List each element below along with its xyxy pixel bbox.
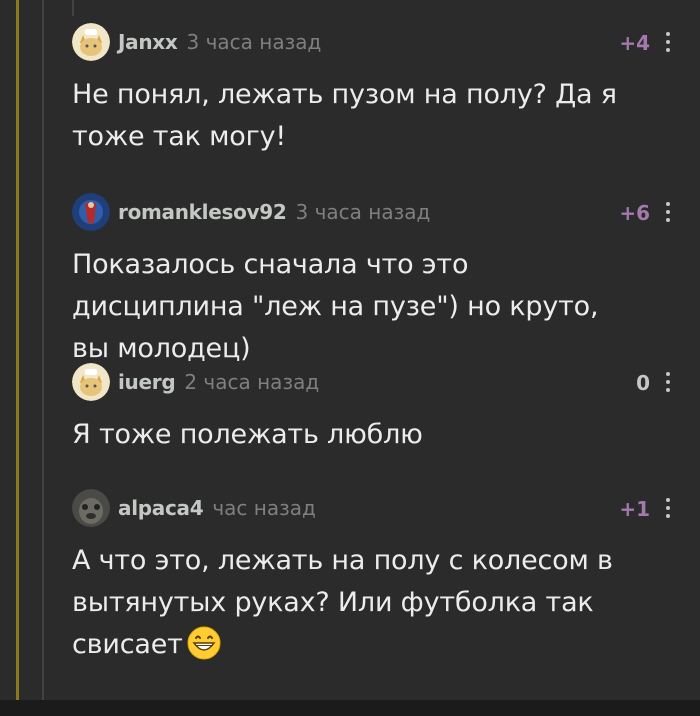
comment-header: romanklesov92 3 часа назад +6	[72, 192, 672, 232]
comment-header: alpaca4 час назад +1	[72, 488, 672, 528]
grinning-face-emoji	[187, 626, 221, 659]
comment-rating: +4	[619, 31, 650, 55]
author-name[interactable]: alpaca4	[118, 496, 204, 520]
author-name[interactable]: iuerg	[118, 370, 176, 394]
comment-time: 3 часа назад	[295, 200, 431, 224]
more-options-icon[interactable]	[666, 202, 670, 222]
avatar[interactable]	[72, 193, 110, 231]
comment-rating: +1	[619, 497, 650, 521]
comment-header: Janxx 3 часа назад +4	[72, 22, 672, 62]
comment-rating: 0	[636, 371, 650, 395]
avatar[interactable]	[72, 363, 110, 401]
comment-text-content: А что это, лежать на полу с колесом в вы…	[72, 545, 613, 660]
comment-time: час назад	[212, 496, 316, 520]
comment-text: Показалось сначала что это дисциплина "л…	[72, 249, 599, 364]
comment: Janxx 3 часа назад +4 Не понял, лежать п…	[72, 22, 672, 158]
comment-text: Не понял, лежать пузом на полу? Да я тож…	[72, 79, 617, 152]
more-options-icon[interactable]	[666, 498, 670, 518]
comment-time: 2 часа назад	[184, 370, 320, 394]
thread-branch-line	[72, 0, 74, 16]
more-options-icon[interactable]	[666, 372, 670, 392]
author-name[interactable]: Janxx	[118, 30, 178, 54]
bottom-divider	[0, 700, 700, 716]
thread-indent-line-highlight	[16, 0, 19, 700]
avatar[interactable]	[72, 489, 110, 527]
comment-header: iuerg 2 часа назад 0	[72, 362, 672, 402]
comment-text: Я тоже полежать люблю	[72, 419, 423, 450]
comment-rating: +6	[619, 201, 650, 225]
comment: iuerg 2 часа назад 0 Я тоже полежать люб…	[72, 362, 672, 456]
comment: alpaca4 час назад +1 А что это, лежать н…	[72, 488, 672, 666]
avatar[interactable]	[72, 23, 110, 61]
comment-text: А что это, лежать на полу с колесом в вы…	[72, 540, 632, 666]
thread-indent-line	[42, 0, 44, 700]
more-options-icon[interactable]	[666, 32, 670, 52]
comment-time: 3 часа назад	[186, 30, 322, 54]
author-name[interactable]: romanklesov92	[118, 200, 287, 224]
comment: romanklesov92 3 часа назад +6 Показалось…	[72, 192, 672, 370]
